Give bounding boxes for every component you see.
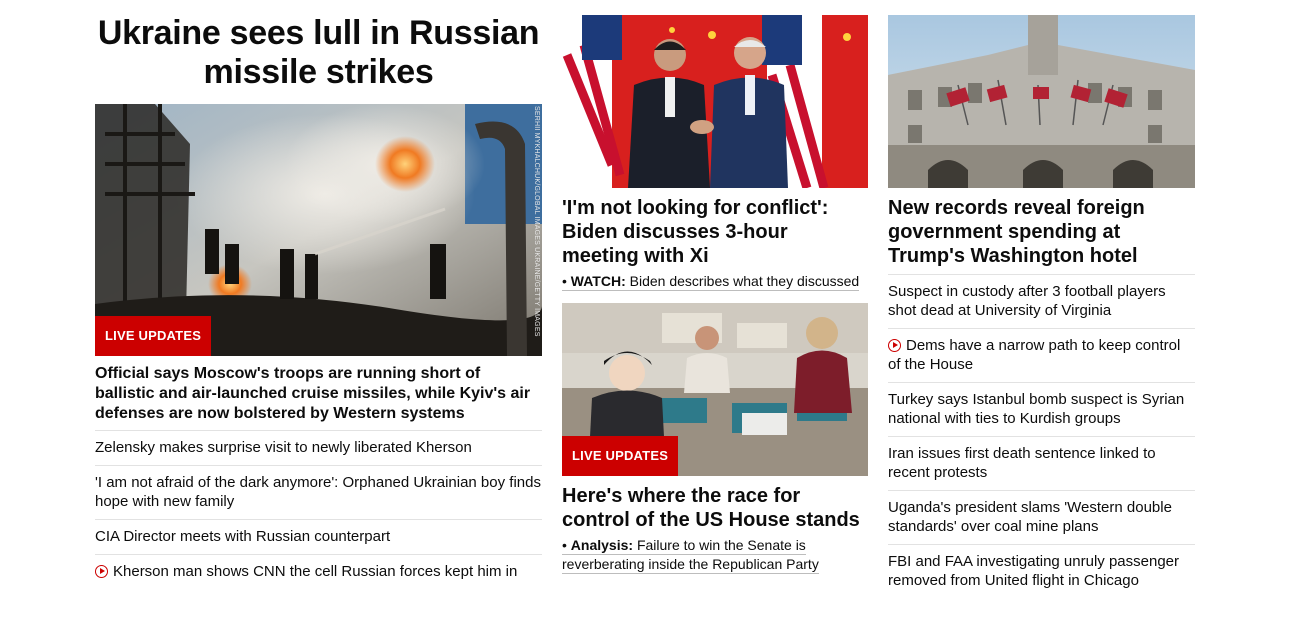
- list-item-text: Uganda's president slams 'Western double…: [888, 499, 1172, 535]
- watch-link[interactable]: • WATCH: Biden describes what they discu…: [562, 273, 860, 291]
- story-sub: • Analysis: Failure to win the Senate is…: [562, 536, 868, 574]
- election-image-link[interactable]: LIVE UPDATES: [562, 303, 868, 476]
- biden-xi-image-link[interactable]: [562, 15, 868, 188]
- trump-hotel-headline-link[interactable]: New records reveal foreign government sp…: [888, 196, 1195, 268]
- trump-hotel-image: [888, 15, 1195, 188]
- list-item-text: Dems have a narrow path to keep control …: [888, 337, 1181, 373]
- house-race-headline-link[interactable]: Here's where the race for control of the…: [562, 484, 868, 532]
- list-item-text: Zelensky makes surprise visit to newly l…: [95, 439, 472, 456]
- middle-column: 'I'm not looking for conflict': Biden di…: [562, 0, 868, 574]
- list-item-text: 'I am not afraid of the dark anymore': O…: [95, 474, 541, 510]
- live-updates-badge: LIVE UPDATES: [95, 316, 212, 356]
- analysis-link[interactable]: • Analysis: Failure to win the Senate is…: [562, 537, 819, 574]
- lead-summary-link[interactable]: Official says Moscow's troops are runnin…: [95, 364, 542, 424]
- list-item-text: FBI and FAA investigating unruly passeng…: [888, 553, 1180, 589]
- list-item[interactable]: Turkey says Istanbul bomb suspect is Syr…: [888, 382, 1195, 436]
- list-item[interactable]: Zelensky makes surprise visit to newly l…: [95, 430, 542, 465]
- list-item[interactable]: Suspect in custody after 3 football play…: [888, 274, 1195, 328]
- list-item[interactable]: Iran issues first death sentence linked …: [888, 436, 1195, 490]
- sub-label: Analysis:: [570, 537, 634, 553]
- lead-column: Ukraine sees lull in Russian missile str…: [95, 0, 542, 589]
- story-headline: Here's where the race for control of the…: [562, 485, 860, 531]
- lead-related-list: Zelensky makes surprise visit to newly l…: [95, 430, 542, 589]
- photo-credit: SERHII MYKHALCHUK/GLOBAL IMAGES UKRAINE/…: [533, 106, 540, 337]
- right-related-list: Suspect in custody after 3 football play…: [888, 274, 1195, 598]
- story-headline: 'I'm not looking for conflict': Biden di…: [562, 197, 829, 267]
- sub-label: WATCH:: [570, 273, 626, 289]
- story-headline: New records reveal foreign government sp…: [888, 197, 1145, 267]
- live-updates-badge: LIVE UPDATES: [562, 436, 679, 476]
- list-item-text: Kherson man shows CNN the cell Russian f…: [113, 563, 518, 580]
- list-item[interactable]: FBI and FAA investigating unruly passeng…: [888, 544, 1195, 598]
- list-item[interactable]: 'I am not afraid of the dark anymore': O…: [95, 465, 542, 519]
- lead-title: Ukraine sees lull in Russian missile str…: [97, 14, 540, 91]
- sub-text: Biden describes what they discussed: [629, 273, 860, 289]
- list-item[interactable]: Kherson man shows CNN the cell Russian f…: [95, 554, 542, 589]
- biden-xi-headline-link[interactable]: 'I'm not looking for conflict': Biden di…: [562, 196, 868, 268]
- list-item-text: Suspect in custody after 3 football play…: [888, 283, 1166, 319]
- list-item-text: CIA Director meets with Russian counterp…: [95, 528, 391, 545]
- list-item[interactable]: Uganda's president slams 'Western double…: [888, 490, 1195, 544]
- list-item[interactable]: Dems have a narrow path to keep control …: [888, 328, 1195, 382]
- list-item[interactable]: CIA Director meets with Russian counterp…: [95, 519, 542, 554]
- list-item-text: Iran issues first death sentence linked …: [888, 445, 1156, 481]
- lead-title-link[interactable]: Ukraine sees lull in Russian missile str…: [95, 14, 542, 92]
- trump-hotel-image-link[interactable]: [888, 15, 1195, 188]
- lead-summary: Official says Moscow's troops are runnin…: [95, 365, 531, 422]
- biden-xi-image: [562, 15, 868, 188]
- play-circle-icon: [888, 339, 901, 352]
- play-circle-icon: [95, 565, 108, 578]
- right-column: New records reveal foreign government sp…: [888, 0, 1195, 598]
- list-item-text: Turkey says Istanbul bomb suspect is Syr…: [888, 391, 1185, 427]
- lead-image-link[interactable]: SERHII MYKHALCHUK/GLOBAL IMAGES UKRAINE/…: [95, 104, 542, 356]
- story-sub: • WATCH: Biden describes what they discu…: [562, 272, 868, 291]
